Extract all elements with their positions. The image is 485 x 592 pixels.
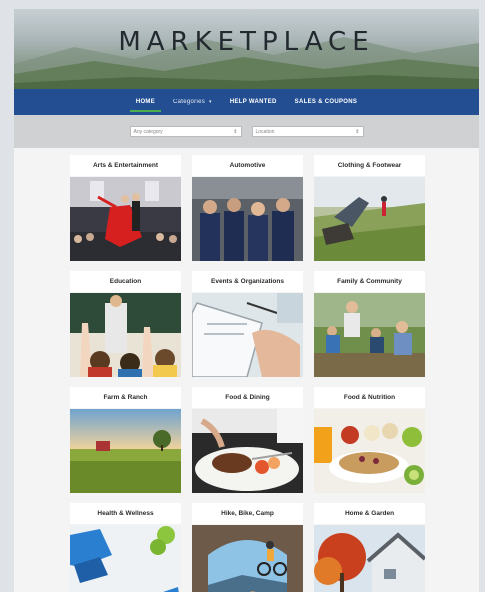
- category-card-education[interactable]: Education: [70, 271, 181, 377]
- category-card-clothing-footwear[interactable]: Clothing & Footwear: [314, 155, 425, 261]
- category-card-health-wellness[interactable]: Health & Wellness: [70, 503, 181, 592]
- category-label: Clothing & Footwear: [314, 155, 425, 176]
- category-label: Automotive: [192, 155, 303, 176]
- classroom-hands-raised-image: [70, 293, 181, 377]
- chevron-down-icon: ⇕: [233, 128, 238, 135]
- chevron-down-icon: ⇕: [355, 128, 360, 135]
- category-card-family-community[interactable]: Family & Community: [314, 271, 425, 377]
- category-label: Food & Nutrition: [314, 387, 425, 408]
- category-card-automotive[interactable]: Automotive: [192, 155, 303, 261]
- category-label: Education: [70, 271, 181, 292]
- category-card-hike-bike-camp[interactable]: Hike, Bike, Camp: [192, 503, 303, 592]
- nav-help-wanted[interactable]: HELP WANTED: [228, 96, 279, 108]
- marketplace-page: MARKETPLACE HOME Categories ▾ HELP WANTE…: [14, 9, 479, 592]
- mountain-biker-arch-image: [192, 525, 303, 592]
- category-label: Events & Organizations: [192, 271, 303, 292]
- location-select-value: Location: [255, 128, 275, 135]
- category-card-food-nutrition[interactable]: Food & Nutrition: [314, 387, 425, 493]
- house-autumn-tree-image: [314, 525, 425, 592]
- category-grid: Arts & Entertainment Automotive Clothing…: [70, 155, 425, 592]
- clipboard-writing-image: [192, 293, 303, 377]
- category-card-home-garden[interactable]: Home & Garden: [314, 503, 425, 592]
- nav-home[interactable]: HOME: [129, 96, 162, 112]
- category-card-food-dining[interactable]: Food & Dining: [192, 387, 303, 493]
- family-outdoors-image: [314, 293, 425, 377]
- location-select[interactable]: Location ⇕: [251, 126, 364, 137]
- category-label: Home & Garden: [314, 503, 425, 524]
- hiking-boots-image: [314, 177, 425, 261]
- chevron-down-icon: ▾: [209, 99, 212, 105]
- category-card-arts-entertainment[interactable]: Arts & Entertainment: [70, 155, 181, 261]
- nav-sales-coupons[interactable]: SALES & COUPONS: [293, 96, 360, 108]
- plated-meal-image: [192, 409, 303, 493]
- hero-banner: MARKETPLACE: [14, 9, 479, 89]
- category-card-events-organizations[interactable]: Events & Organizations: [192, 271, 303, 377]
- farm-field-image: [70, 409, 181, 493]
- nav-categories-label: Categories: [173, 99, 206, 105]
- page-title: MARKETPLACE: [118, 27, 375, 57]
- category-select[interactable]: Any category ⇕: [129, 126, 242, 137]
- healthy-breakfast-image: [314, 409, 425, 493]
- category-label: Farm & Ranch: [70, 387, 181, 408]
- nav-categories[interactable]: Categories ▾: [171, 96, 214, 108]
- category-label: Food & Dining: [192, 387, 303, 408]
- mechanics-team-image: [192, 177, 303, 261]
- sneakers-apples-image: [70, 525, 181, 592]
- category-label: Hike, Bike, Camp: [192, 503, 303, 524]
- category-label: Health & Wellness: [70, 503, 181, 524]
- category-label: Family & Community: [314, 271, 425, 292]
- main-nav: HOME Categories ▾ HELP WANTED SALES & CO…: [14, 89, 479, 115]
- category-label: Arts & Entertainment: [70, 155, 181, 176]
- dancers-on-stage-image: [70, 177, 181, 261]
- category-card-farm-ranch[interactable]: Farm & Ranch: [70, 387, 181, 493]
- category-select-value: Any category: [133, 128, 163, 135]
- filter-bar: Any category ⇕ Location ⇕: [14, 115, 479, 148]
